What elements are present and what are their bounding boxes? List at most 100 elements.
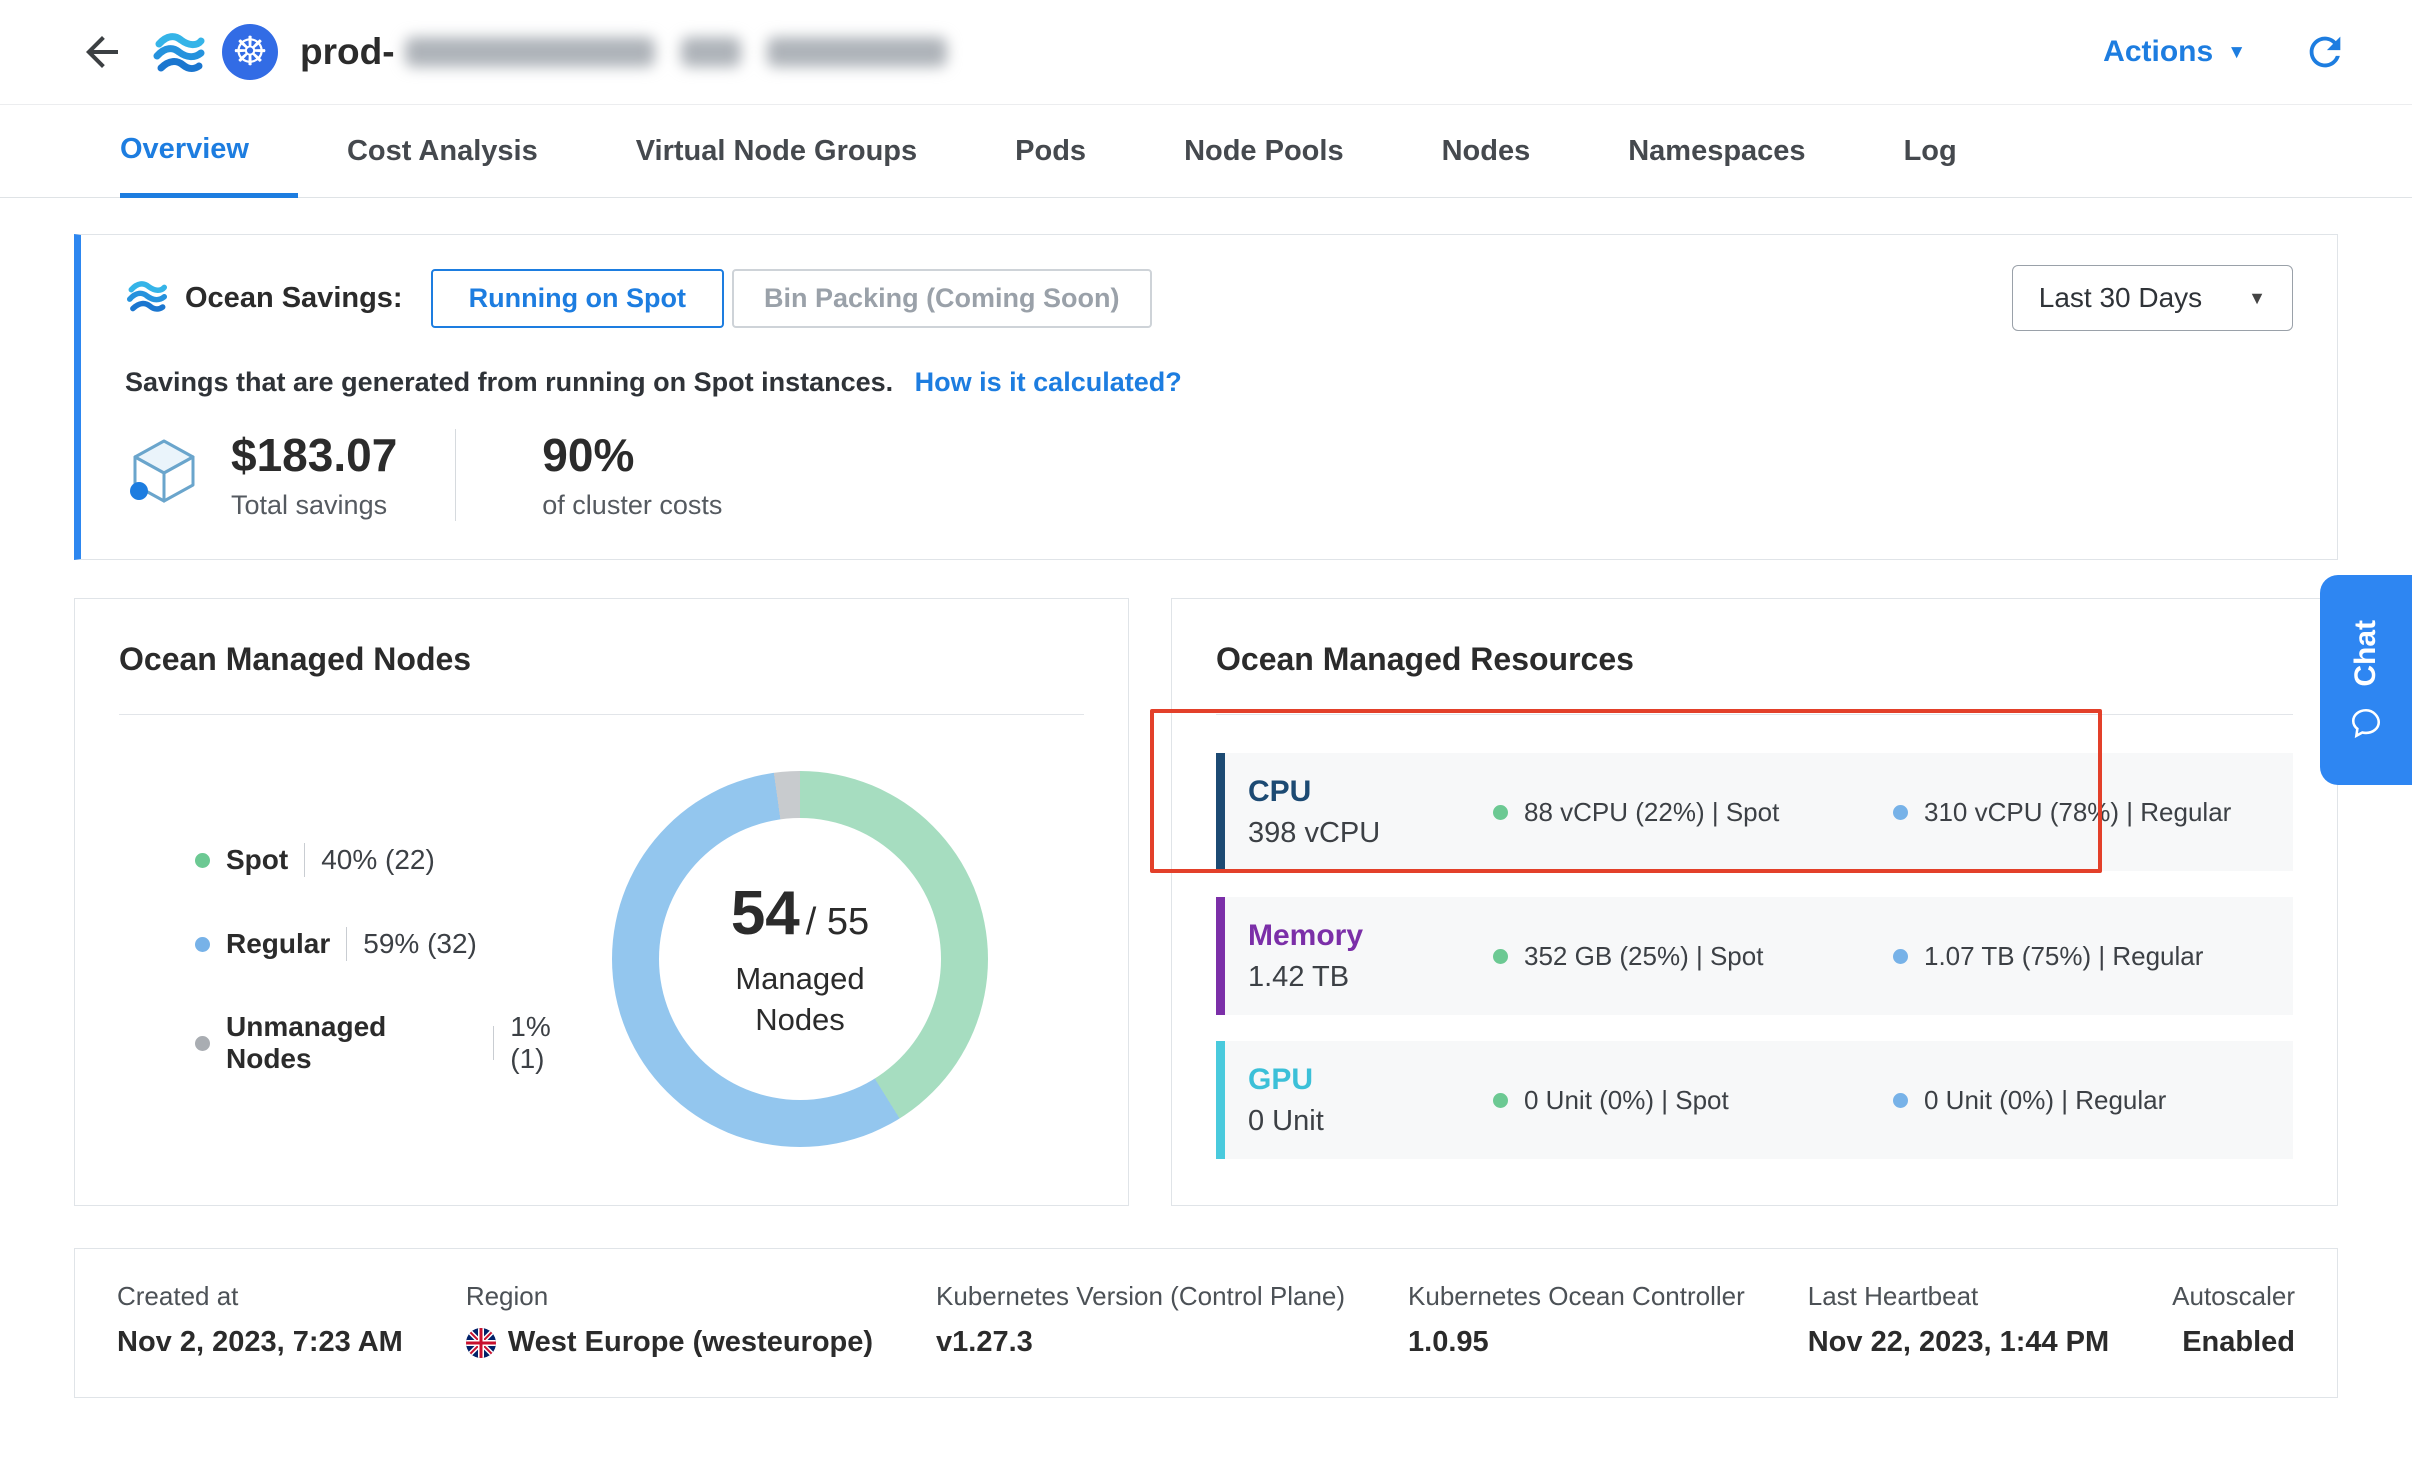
last-heartbeat-label: Last Heartbeat	[1808, 1281, 2109, 1312]
regular-dot-icon	[1893, 805, 1908, 820]
back-arrow-icon[interactable]	[76, 26, 128, 78]
spot-dot-icon	[1493, 949, 1508, 964]
tab-node-pools[interactable]: Node Pools	[1135, 105, 1393, 197]
cpu-color-bar	[1216, 753, 1225, 871]
memory-spot-stat: 352 GB (25%) | Spot	[1493, 941, 1893, 972]
gpu-total: 0 Unit	[1248, 1105, 1493, 1138]
total-count: / 55	[806, 901, 869, 944]
autoscaler-value: Enabled	[2172, 1326, 2295, 1359]
chat-bubble-icon	[2349, 706, 2383, 740]
running-on-spot-toggle[interactable]: Running on Spot	[431, 269, 724, 328]
created-at-field: Created at Nov 2, 2023, 7:23 AM	[117, 1281, 403, 1359]
ocean-managed-resources-card: Ocean Managed Resources CPU 398 vCPU 88 …	[1171, 598, 2338, 1206]
legend-separator	[346, 927, 347, 961]
donut-caption: Managed Nodes	[720, 959, 880, 1040]
spot-dot-icon	[195, 853, 210, 868]
managed-count: 54	[731, 878, 800, 949]
gpu-regular-stat: 0 Unit (0%) | Regular	[1893, 1085, 2293, 1116]
divider	[119, 714, 1084, 715]
resource-row-gpu: GPU 0 Unit 0 Unit (0%) | Spot 0 Unit (0%…	[1216, 1041, 2293, 1159]
divider	[1216, 714, 2293, 715]
cluster-info-bar: Created at Nov 2, 2023, 7:23 AM Region W…	[74, 1248, 2338, 1398]
memory-label: Memory	[1248, 919, 1493, 953]
gpu-color-bar	[1216, 1041, 1225, 1159]
total-savings-metric: $183.07 Total savings	[231, 428, 397, 521]
redacted-cluster-name	[405, 37, 947, 67]
ocean-controller-field: Kubernetes Ocean Controller 1.0.95	[1408, 1281, 1745, 1359]
created-at-value: Nov 2, 2023, 7:23 AM	[117, 1326, 403, 1359]
period-value: Last 30 Days	[2039, 282, 2202, 314]
refresh-button[interactable]	[2302, 29, 2348, 75]
ocean-controller-value: 1.0.95	[1408, 1326, 1745, 1359]
cards-row: Ocean Managed Nodes Spot 40% (22) Regula…	[74, 598, 2338, 1206]
chat-button[interactable]: Chat	[2320, 575, 2412, 785]
region-value: West Europe (westeurope)	[466, 1326, 873, 1359]
chevron-down-icon: ▼	[2227, 43, 2246, 62]
spot-dot-icon	[1493, 805, 1508, 820]
legend-item-unmanaged: Unmanaged Nodes 1% (1)	[195, 1011, 592, 1075]
managed-nodes-donut-chart: 54 / 55 Managed Nodes	[612, 771, 988, 1147]
managed-resources-title: Ocean Managed Resources	[1216, 641, 2293, 678]
legend-label: Regular	[226, 928, 330, 960]
cpu-regular-text: 310 vCPU (78%) | Regular	[1924, 797, 2231, 828]
ocean-controller-label: Kubernetes Ocean Controller	[1408, 1281, 1745, 1312]
autoscaler-label: Autoscaler	[2172, 1281, 2295, 1312]
resource-row-cpu: CPU 398 vCPU 88 vCPU (22%) | Spot 310 vC…	[1216, 753, 2293, 871]
k8s-version-field: Kubernetes Version (Control Plane) v1.27…	[936, 1281, 1345, 1359]
resource-row-memory: Memory 1.42 TB 352 GB (25%) | Spot 1.07 …	[1216, 897, 2293, 1015]
region-field: Region West Europe (westeurope)	[466, 1281, 873, 1359]
top-bar: ☸ prod- Actions ▼	[0, 0, 2412, 104]
memory-spot-text: 352 GB (25%) | Spot	[1524, 941, 1763, 972]
gpu-spot-stat: 0 Unit (0%) | Spot	[1493, 1085, 1893, 1116]
memory-regular-text: 1.07 TB (75%) | Regular	[1924, 941, 2203, 972]
managed-nodes-title: Ocean Managed Nodes	[119, 641, 1084, 678]
savings-description-text: Savings that are generated from running …	[125, 367, 893, 397]
legend-value: 59% (32)	[363, 928, 477, 960]
total-savings-label: Total savings	[231, 490, 397, 521]
wave-icon	[125, 274, 169, 323]
legend-label: Unmanaged Nodes	[226, 1011, 477, 1075]
bin-packing-toggle[interactable]: Bin Packing (Coming Soon)	[732, 269, 1152, 328]
gpu-spot-text: 0 Unit (0%) | Spot	[1524, 1085, 1729, 1116]
tab-nodes[interactable]: Nodes	[1393, 105, 1580, 197]
page-title: prod-	[300, 31, 947, 73]
k8s-version-label: Kubernetes Version (Control Plane)	[936, 1281, 1345, 1312]
tab-virtual-node-groups[interactable]: Virtual Node Groups	[587, 105, 966, 197]
last-heartbeat-value: Nov 22, 2023, 1:44 PM	[1808, 1326, 2109, 1359]
tab-namespaces[interactable]: Namespaces	[1579, 105, 1854, 197]
tab-cost-analysis[interactable]: Cost Analysis	[298, 105, 587, 197]
nodes-legend: Spot 40% (22) Regular 59% (32) Unmanaged…	[119, 843, 592, 1075]
actions-button[interactable]: Actions ▼	[2103, 35, 2246, 69]
tab-pods[interactable]: Pods	[966, 105, 1135, 197]
k8s-version-value: v1.27.3	[936, 1326, 1345, 1359]
tab-log[interactable]: Log	[1855, 105, 2006, 197]
chat-label: Chat	[2349, 620, 2383, 687]
region-label: Region	[466, 1281, 873, 1312]
spot-wave-logo-icon	[150, 23, 208, 81]
cluster-cost-label: of cluster costs	[542, 490, 722, 521]
unmanaged-dot-icon	[195, 1036, 210, 1051]
ocean-savings-panel: Ocean Savings: Running on Spot Bin Packi…	[74, 234, 2338, 560]
legend-separator	[304, 843, 305, 877]
actions-label: Actions	[2103, 35, 2213, 69]
cpu-spot-stat: 88 vCPU (22%) | Spot	[1493, 797, 1893, 828]
gpu-label: GPU	[1248, 1063, 1493, 1097]
cpu-spot-text: 88 vCPU (22%) | Spot	[1524, 797, 1779, 828]
ocean-managed-nodes-card: Ocean Managed Nodes Spot 40% (22) Regula…	[74, 598, 1129, 1206]
legend-value: 40% (22)	[321, 844, 435, 876]
tab-bar: Overview Cost Analysis Virtual Node Grou…	[0, 104, 2412, 198]
cpu-label: CPU	[1248, 775, 1493, 809]
legend-separator	[493, 1026, 494, 1060]
how-calculated-link[interactable]: How is it calculated?	[915, 367, 1182, 397]
refresh-icon	[2302, 29, 2348, 75]
memory-total: 1.42 TB	[1248, 961, 1493, 994]
period-dropdown[interactable]: Last 30 Days ▼	[2012, 265, 2293, 331]
kubernetes-logo-icon: ☸	[222, 24, 278, 80]
chevron-down-icon: ▼	[2248, 288, 2266, 309]
tab-overview[interactable]: Overview	[120, 105, 298, 198]
regular-dot-icon	[195, 937, 210, 952]
regular-dot-icon	[1893, 949, 1908, 964]
gpu-regular-text: 0 Unit (0%) | Regular	[1924, 1085, 2166, 1116]
top-bar-right: Actions ▼	[2103, 29, 2348, 75]
legend-value: 1% (1)	[510, 1011, 592, 1075]
